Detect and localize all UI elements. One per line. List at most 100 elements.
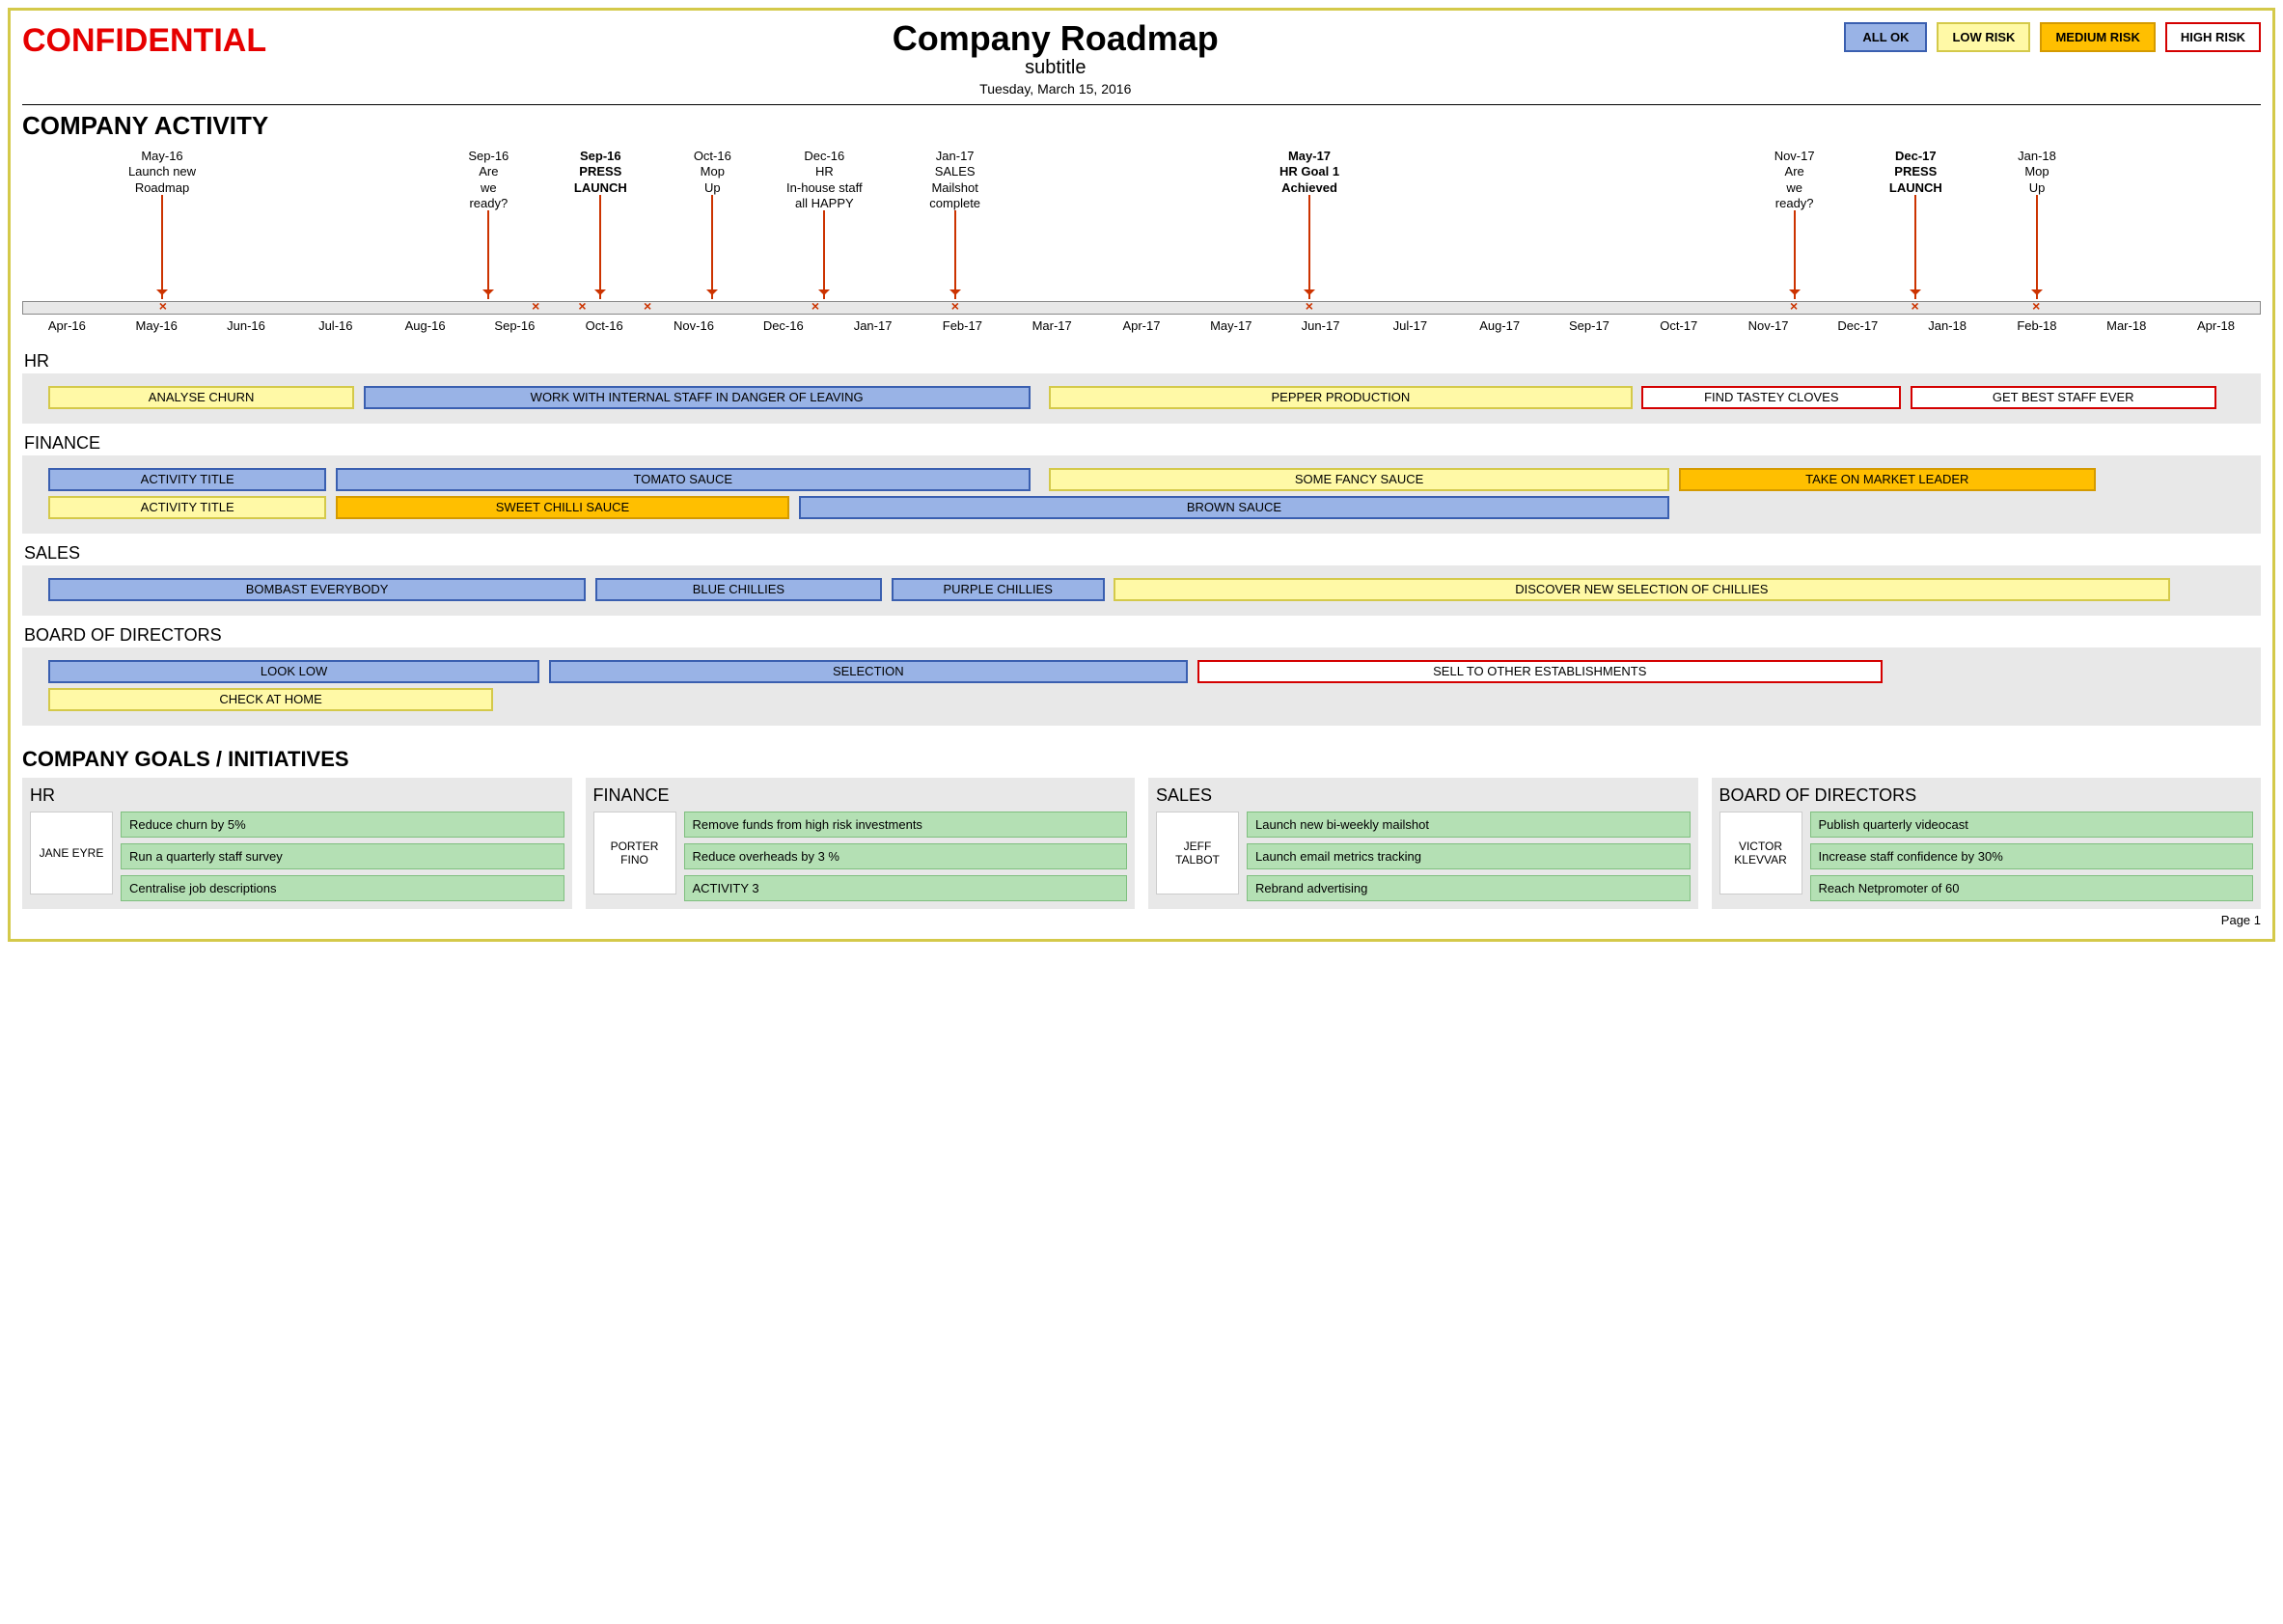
month-tick: Jan-17 <box>828 318 918 333</box>
lane-title: SALES <box>24 543 2261 564</box>
page-number: Page 1 <box>22 913 2261 927</box>
goal-item: Launch email metrics tracking <box>1247 843 1691 869</box>
swimlanes: HR ANALYSE CHURNWORK WITH INTERNAL STAFF … <box>22 351 2261 726</box>
month-tick: Apr-17 <box>1097 318 1187 333</box>
month-tick: Jun-16 <box>202 318 291 333</box>
timeline-bar: ×××××××××× <box>22 301 2261 315</box>
page-subtitle: subtitle <box>266 57 1844 79</box>
lane-row: BOMBAST EVERYBODYBLUE CHILLIESPURPLE CHI… <box>30 578 2253 603</box>
lane: ANALYSE CHURNWORK WITH INTERNAL STAFF IN… <box>22 373 2261 424</box>
lane: ACTIVITY TITLETOMATO SAUCESOME FANCY SAU… <box>22 455 2261 534</box>
milestone-marker-icon: × <box>1306 298 1313 314</box>
month-tick: Sep-16 <box>470 318 560 333</box>
goal-list: Launch new bi-weekly mailshotLaunch emai… <box>1247 812 1691 901</box>
activity-bar: WORK WITH INTERNAL STAFF IN DANGER OF LE… <box>364 386 1031 409</box>
month-tick: Jan-18 <box>1903 318 1993 333</box>
goal-dept-title: FINANCE <box>593 785 1128 806</box>
section-goals-title: COMPANY GOALS / INITIATIVES <box>22 747 2261 772</box>
activity-bar: SWEET CHILLI SAUCE <box>336 496 789 519</box>
activity-bar: CHECK AT HOME <box>48 688 493 711</box>
legend-low-risk: LOW RISK <box>1937 22 2030 52</box>
milestone: May-17HR Goal 1Achieved <box>1252 149 1367 196</box>
legend-all-ok: ALL OK <box>1844 22 1927 52</box>
activity-bar: SELL TO OTHER ESTABLISHMENTS <box>1197 660 1883 683</box>
goal-item: Publish quarterly videocast <box>1810 812 2254 838</box>
page-frame: CONFIDENTIAL Company Roadmap subtitle Tu… <box>8 8 2275 942</box>
timeline: May-16Launch newRoadmapSep-16Areweready?… <box>22 149 2261 342</box>
milestone: Sep-16Areweready? <box>430 149 546 211</box>
section-activity-title: COMPANY ACTIVITY <box>22 111 2261 141</box>
month-tick: Dec-16 <box>738 318 828 333</box>
milestone-marker-icon: × <box>644 298 651 314</box>
lane-title: FINANCE <box>24 433 2261 454</box>
goal-item: Increase staff confidence by 30% <box>1810 843 2254 869</box>
timeline-ticks: Apr-16May-16Jun-16Jul-16Aug-16Sep-16Oct-… <box>22 318 2261 333</box>
goal-item: Reduce overheads by 3 % <box>684 843 1128 869</box>
milestone: Dec-16HRIn-house staffall HAPPY <box>766 149 882 211</box>
title-block: Company Roadmap subtitle Tuesday, March … <box>266 18 1844 96</box>
month-tick: Apr-18 <box>2171 318 2261 333</box>
activity-bar: BOMBAST EVERYBODY <box>48 578 586 601</box>
month-tick: Nov-16 <box>649 318 739 333</box>
activity-bar: ACTIVITY TITLE <box>48 468 326 491</box>
lane-title: HR <box>24 351 2261 372</box>
goal-list: Publish quarterly videocast Increase staf… <box>1810 812 2254 901</box>
divider <box>22 104 2261 105</box>
legend-high-risk: HIGH RISK <box>2165 22 2261 52</box>
lane-row: LOOK LOW SELECTION SELL TO OTHER ESTABLISH… <box>30 660 2253 685</box>
milestone-marker-icon: × <box>811 298 819 314</box>
activity-bar: TAKE ON MARKET LEADER <box>1679 468 2096 491</box>
activity-bar: DISCOVER NEW SELECTION OF CHILLIES <box>1114 578 2169 601</box>
month-tick: Jun-17 <box>1276 318 1365 333</box>
month-tick: Feb-18 <box>1993 318 2082 333</box>
month-tick: Oct-17 <box>1634 318 1723 333</box>
goal-dept-title: SALES <box>1156 785 1691 806</box>
header: CONFIDENTIAL Company Roadmap subtitle Tu… <box>22 18 2261 96</box>
goal-item: Reduce churn by 5% <box>121 812 564 838</box>
milestone-marker-icon: × <box>2032 298 2040 314</box>
activity-bar: SELECTION <box>549 660 1188 683</box>
lane-row: ACTIVITY TITLETOMATO SAUCESOME FANCY SAU… <box>30 468 2253 493</box>
goal-dept-title: HR <box>30 785 564 806</box>
milestone: Jan-17SALESMailshotcomplete <box>897 149 1013 211</box>
month-tick: Jul-17 <box>1365 318 1455 333</box>
milestone: Nov-17Areweready? <box>1737 149 1853 211</box>
milestone: Dec-17PRESSLAUNCH <box>1857 149 1973 196</box>
goal-item: Rebrand advertising <box>1247 875 1691 901</box>
milestone: Oct-16MopUp <box>654 149 770 196</box>
activity-bar: BROWN SAUCE <box>799 496 1669 519</box>
goal-list: Reduce churn by 5% Run a quarterly staff … <box>121 812 564 901</box>
goal-owner: JANE EYRE <box>30 812 113 895</box>
goal-dept-title: BOARD OF DIRECTORS <box>1719 785 2254 806</box>
goal-owner: PORTER FINO <box>593 812 676 895</box>
month-tick: Aug-17 <box>1455 318 1545 333</box>
page-date: Tuesday, March 15, 2016 <box>266 81 1844 96</box>
activity-bar: TOMATO SAUCE <box>336 468 1031 491</box>
activity-bar: LOOK LOW <box>48 660 539 683</box>
month-tick: Sep-17 <box>1545 318 1635 333</box>
lane-row: CHECK AT HOME <box>30 688 2253 713</box>
goal-column: HR JANE EYRE Reduce churn by 5% Run a quart… <box>22 778 572 909</box>
goal-item: Remove funds from high risk investments <box>684 812 1128 838</box>
month-tick: Mar-17 <box>1007 318 1097 333</box>
lane-title: BOARD OF DIRECTORS <box>24 625 2261 646</box>
month-tick: Dec-17 <box>1813 318 1903 333</box>
milestone-marker-icon: × <box>578 298 586 314</box>
milestone-marker-icon: × <box>1912 298 1919 314</box>
milestone-marker-icon: × <box>1790 298 1798 314</box>
goal-column: SALES JEFF TALBOTLaunch new bi-weekly mai… <box>1148 778 1698 909</box>
confidential-label: CONFIDENTIAL <box>22 22 266 60</box>
goals-grid: HR JANE EYRE Reduce churn by 5% Run a quart… <box>22 778 2261 909</box>
month-tick: Oct-16 <box>560 318 649 333</box>
goal-list: Remove funds from high risk investments R… <box>684 812 1128 901</box>
goal-item: Run a quarterly staff survey <box>121 843 564 869</box>
month-tick: May-16 <box>112 318 202 333</box>
milestone-marker-icon: × <box>532 298 539 314</box>
lane-row: ACTIVITY TITLESWEET CHILLI SAUCEBROWN SA… <box>30 496 2253 521</box>
goal-column: BOARD OF DIRECTORSVICTOR KLEVVARPublish … <box>1712 778 2262 909</box>
month-tick: Jul-16 <box>290 318 380 333</box>
month-tick: Nov-17 <box>1723 318 1813 333</box>
goal-owner: JEFF TALBOT <box>1156 812 1239 895</box>
lane-row: ANALYSE CHURNWORK WITH INTERNAL STAFF IN… <box>30 386 2253 411</box>
activity-bar: PURPLE CHILLIES <box>892 578 1105 601</box>
